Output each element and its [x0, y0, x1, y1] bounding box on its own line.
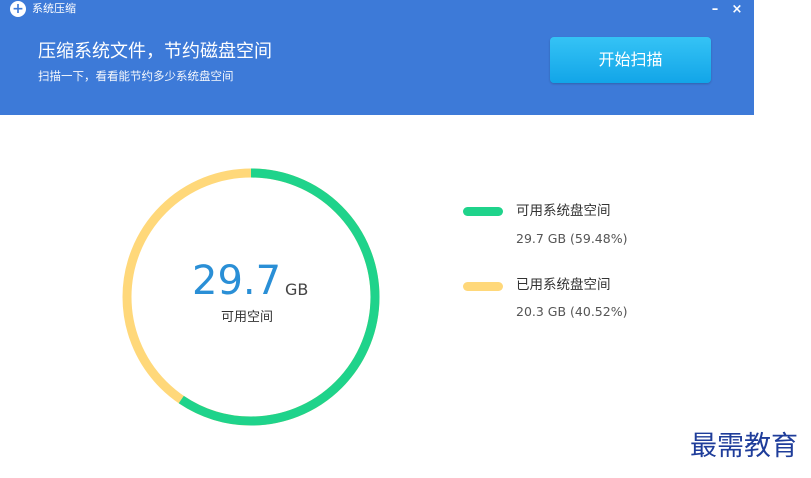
- subline: 扫描一下，看看能节约多少系统盘空间: [38, 69, 234, 83]
- window-title: 系统压缩: [32, 2, 76, 15]
- minimize-button[interactable]: –: [706, 0, 724, 20]
- header-banner: + 系统压缩 – × 压缩系统文件，节约磁盘空间 扫描一下，看看能节约多少系统盘…: [0, 0, 754, 115]
- free-space-legend-title: 可用系统盘空间: [516, 203, 611, 219]
- used-space-legend-swatch: [463, 282, 503, 291]
- free-space-legend-detail: 29.7 GB (59.48%): [516, 231, 628, 246]
- used-space-legend-detail: 20.3 GB (40.52%): [516, 304, 628, 319]
- system-compress-window: + 系统压缩 – × 压缩系统文件，节约磁盘空间 扫描一下，看看能节约多少系统盘…: [0, 0, 754, 478]
- used-space-legend-title: 已用系统盘空间: [516, 277, 611, 293]
- free-space-unit: GB: [285, 280, 309, 299]
- plus-circle-icon: +: [10, 1, 26, 17]
- title-bar: + 系统压缩 – ×: [0, 0, 754, 20]
- start-scan-button[interactable]: 开始扫描: [550, 37, 711, 83]
- free-space-value: 29.7: [192, 258, 282, 304]
- close-button[interactable]: ×: [728, 0, 746, 20]
- headline: 压缩系统文件，节约磁盘空间: [38, 41, 272, 62]
- free-space-legend-swatch: [463, 207, 503, 216]
- free-space-label: 可用空间: [221, 310, 274, 325]
- watermark-text: 最需教育: [690, 431, 798, 462]
